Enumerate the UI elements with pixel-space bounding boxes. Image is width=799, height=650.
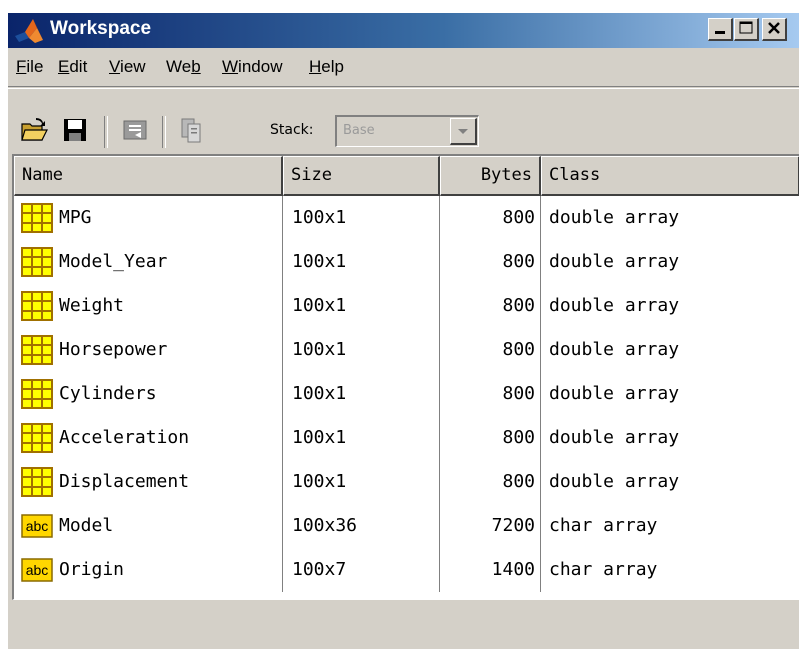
variable-name: Horsepower <box>14 328 283 372</box>
column-header-class[interactable]: Class <box>541 156 799 196</box>
variable-bytes: 800 <box>440 372 541 416</box>
stack-value: Base <box>343 123 375 138</box>
table-row[interactable]: Acceleration 100x1 800 double array <box>14 416 799 460</box>
workspace-window: Workspace File Edit View Web Window Help <box>6 11 799 649</box>
table-row[interactable]: Model_Year 100x1 800 double array <box>14 240 799 284</box>
menu-web[interactable]: Web <box>166 57 201 77</box>
workspace-table: Name Size Bytes Class MPG 100x1 800 double … <box>12 154 799 600</box>
variable-size: 100x36 <box>283 504 440 548</box>
table-row[interactable]: abc Origin 100x7 1400 char array <box>14 548 799 592</box>
variable-name: Displacement <box>14 460 283 504</box>
status-bar <box>8 604 799 650</box>
column-header-bytes[interactable]: Bytes <box>440 156 541 196</box>
matlab-logo-icon <box>15 19 43 43</box>
variable-class: double array <box>549 295 680 316</box>
table-row[interactable]: MPG 100x1 800 double array <box>14 196 799 240</box>
variable-bytes: 800 <box>440 416 541 460</box>
variable-bytes: 800 <box>440 196 541 240</box>
minimize-button[interactable] <box>708 18 733 41</box>
maximize-icon <box>739 21 753 34</box>
variable-name: Origin <box>14 548 283 592</box>
title-bar[interactable]: Workspace <box>8 13 799 48</box>
maximize-button[interactable] <box>734 18 759 41</box>
menu-view[interactable]: View <box>109 57 146 77</box>
variable-bytes: 800 <box>440 284 541 328</box>
variable-bytes: 800 <box>440 460 541 504</box>
variable-class: char array <box>549 559 658 580</box>
menu-window[interactable]: Window <box>222 57 282 77</box>
variable-bytes: 800 <box>440 328 541 372</box>
close-button[interactable] <box>762 18 787 41</box>
column-header-size[interactable]: Size <box>283 156 440 196</box>
variable-class: double array <box>549 427 680 448</box>
stack-label: Stack: <box>270 122 314 138</box>
menu-bar: File Edit View Web Window Help <box>8 49 799 85</box>
table-row[interactable]: Displacement 100x1 800 double array <box>14 460 799 504</box>
variable-name: Acceleration <box>14 416 283 460</box>
table-row[interactable]: Horsepower 100x1 800 double array <box>14 328 799 372</box>
toolbar-separator <box>104 116 108 148</box>
variable-size: 100x1 <box>283 328 440 372</box>
column-header-name[interactable]: Name <box>14 156 283 196</box>
window-title: Workspace <box>50 18 152 39</box>
table-row[interactable]: abc Model 100x36 7200 char array <box>14 504 799 548</box>
variable-bytes: 7200 <box>440 504 541 548</box>
table-row[interactable]: Weight 100x1 800 double array <box>14 284 799 328</box>
open-folder-icon[interactable] <box>20 116 48 144</box>
variable-size: 100x1 <box>283 416 440 460</box>
delete-icon[interactable] <box>178 116 206 144</box>
variable-bytes: 1400 <box>440 548 541 592</box>
dropdown-arrow-button[interactable] <box>450 118 477 145</box>
variable-class: char array <box>549 515 658 536</box>
variable-size: 100x7 <box>283 548 440 592</box>
variable-size: 100x1 <box>283 196 440 240</box>
variable-class: double array <box>549 339 680 360</box>
variable-bytes: 800 <box>440 240 541 284</box>
menu-file[interactable]: File <box>16 57 43 77</box>
variable-size: 100x1 <box>283 460 440 504</box>
variable-name: Weight <box>14 284 283 328</box>
close-icon <box>768 22 780 34</box>
variable-class: double array <box>549 383 680 404</box>
variable-size: 100x1 <box>283 284 440 328</box>
variable-name: Model_Year <box>14 240 283 284</box>
variable-class: double array <box>549 471 680 492</box>
import-data-icon[interactable] <box>121 116 149 144</box>
toolbar-separator <box>162 116 166 148</box>
table-row[interactable]: Cylinders 100x1 800 double array <box>14 372 799 416</box>
stack-dropdown[interactable]: Base <box>335 115 479 147</box>
variable-size: 100x1 <box>283 240 440 284</box>
chevron-down-icon <box>458 129 468 134</box>
menu-edit[interactable]: Edit <box>58 57 87 77</box>
variable-name: Cylinders <box>14 372 283 416</box>
variable-name: Model <box>14 504 283 548</box>
toolbar: Stack: Base <box>8 86 799 160</box>
variable-size: 100x1 <box>283 372 440 416</box>
menu-help[interactable]: Help <box>309 57 344 77</box>
variable-class: double array <box>549 207 680 228</box>
variable-name: MPG <box>14 196 283 240</box>
save-icon[interactable] <box>61 116 89 144</box>
variable-class: double array <box>549 251 680 272</box>
minimize-icon <box>715 31 725 34</box>
table-header: Name Size Bytes Class <box>14 156 799 196</box>
